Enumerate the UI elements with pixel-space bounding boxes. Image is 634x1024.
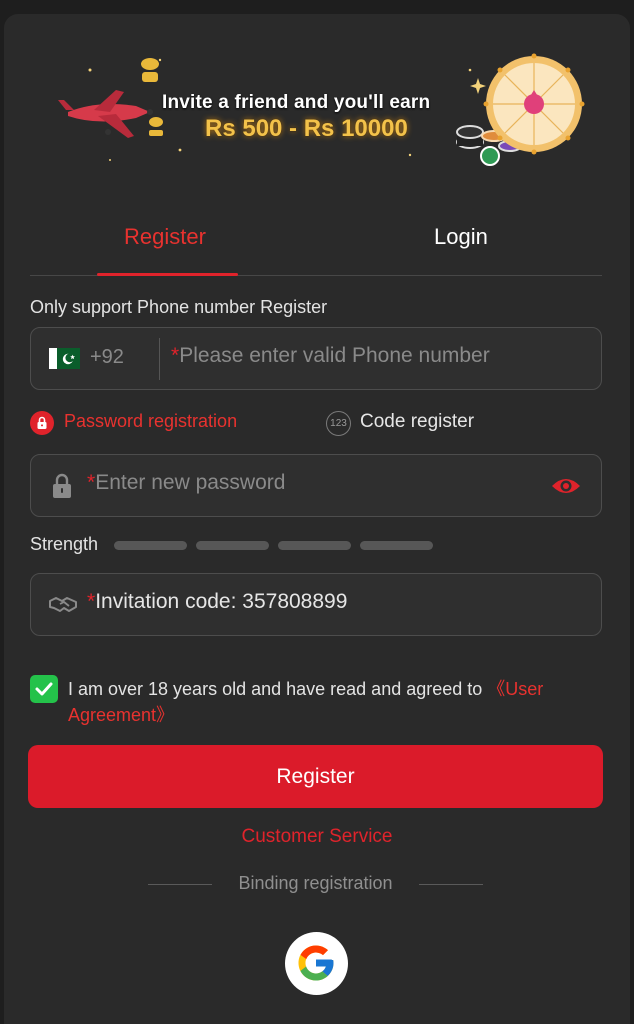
- register-button[interactable]: Register: [28, 745, 603, 808]
- agreement-checkbox[interactable]: [30, 675, 58, 703]
- phone-placeholder: Please enter valid Phone number: [179, 344, 490, 367]
- handshake-icon: [49, 597, 77, 612]
- banner-amount: Rs 500 - Rs 10000: [205, 115, 408, 142]
- password-registration-option[interactable]: Password registration: [64, 411, 237, 432]
- tab-register[interactable]: Register: [124, 224, 206, 250]
- auth-tabs: Register Login: [30, 210, 602, 276]
- padlock-icon: [53, 473, 71, 498]
- strength-label: Strength: [30, 534, 99, 554]
- agreement-text: I am over 18 years old and have read and…: [68, 676, 608, 728]
- password-input[interactable]: *Enter new password: [87, 471, 285, 495]
- lock-icon[interactable]: [30, 411, 54, 435]
- country-code-select[interactable]: +92: [90, 346, 124, 369]
- banner-title: Invite a friend and you'll earn: [162, 92, 431, 113]
- eye-icon[interactable]: [550, 475, 582, 497]
- invitation-code-field[interactable]: *Invitation code: 357808899: [30, 573, 602, 636]
- phone-register-hint: Only support Phone number Register: [30, 297, 328, 317]
- password-placeholder: Enter new password: [95, 471, 286, 494]
- binding-registration-divider: Binding registration: [148, 873, 483, 897]
- registration-method-row: Password registration 123 Code register: [30, 408, 602, 438]
- password-strength-meter: Strength: [30, 534, 450, 556]
- invitation-code-input[interactable]: *Invitation code: 357808899: [87, 590, 347, 614]
- google-icon: [298, 945, 334, 981]
- 123-icon[interactable]: 123: [326, 411, 351, 436]
- phone-input[interactable]: *Please enter valid Phone number: [171, 344, 490, 368]
- google-login-button[interactable]: [285, 932, 348, 995]
- strength-segment: [196, 541, 269, 550]
- divider-line: [419, 884, 483, 885]
- code-register-option[interactable]: Code register: [360, 411, 474, 433]
- required-mark: *: [171, 344, 180, 367]
- phone-field[interactable]: +92 *Please enter valid Phone number: [30, 327, 602, 390]
- tab-login[interactable]: Login: [434, 224, 488, 250]
- strength-segment: [278, 541, 351, 550]
- divider: [159, 338, 160, 380]
- page-background: Invite a friend and you'll earn Rs 500 -…: [0, 0, 634, 1024]
- coin-parachute-icon: [141, 58, 163, 136]
- red-plane-icon: [58, 90, 153, 138]
- customer-service-link[interactable]: Customer Service: [0, 826, 634, 848]
- required-mark: *: [87, 590, 96, 613]
- required-mark: *: [87, 471, 96, 494]
- pakistan-flag-icon: [49, 348, 80, 369]
- invitation-code-value: Invitation code: 357808899: [95, 590, 348, 613]
- prize-wheel-icon: [483, 53, 585, 155]
- active-tab-indicator: [97, 273, 238, 276]
- check-icon: [35, 682, 53, 696]
- strength-segment: [360, 541, 433, 550]
- password-field[interactable]: *Enter new password: [30, 454, 602, 517]
- agreement-statement: I am over 18 years old and have read and…: [68, 679, 488, 699]
- strength-segment: [114, 541, 187, 550]
